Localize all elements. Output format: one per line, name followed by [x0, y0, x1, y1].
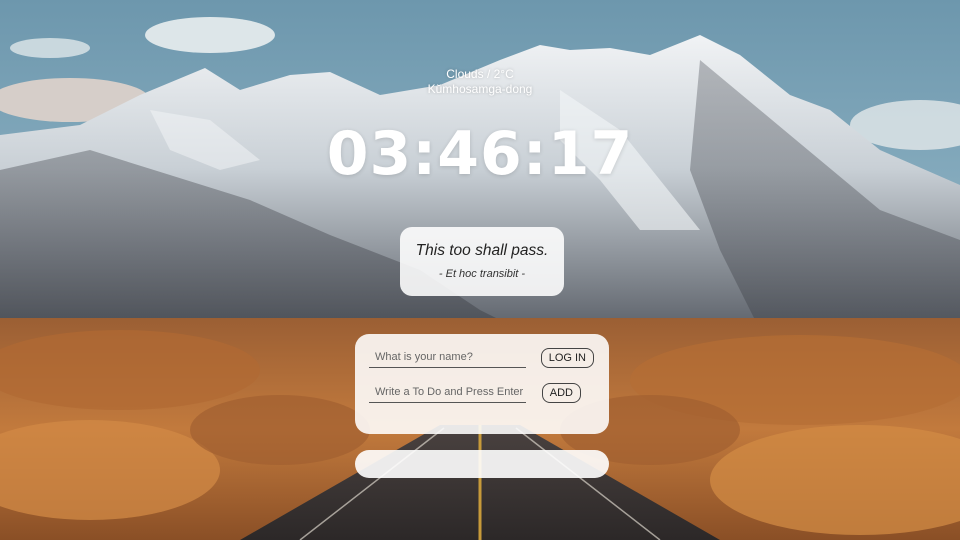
todo-input[interactable]	[369, 382, 526, 403]
login-button[interactable]: LOG IN	[540, 348, 594, 368]
todo-list	[355, 450, 609, 478]
add-todo-button[interactable]: ADD	[541, 383, 581, 403]
todo-form: ADD	[369, 382, 595, 406]
quote-text: This too shall pass.	[415, 242, 549, 259]
weather-widget: Clouds / 2°C Kŭmhosamga-dong	[0, 67, 960, 97]
clock: 03:46:17	[326, 119, 634, 189]
quote-author: - Et hoc transibit -	[438, 268, 526, 280]
weather-location: Kŭmhosamga-dong	[427, 82, 533, 96]
login-form: LOG IN	[369, 347, 595, 371]
name-input[interactable]	[369, 347, 526, 368]
quote-card: This too shall pass. - Et hoc transibit …	[400, 227, 564, 296]
input-panel: LOG IN ADD	[355, 334, 609, 434]
weather-condition: Clouds / 2°C	[446, 67, 514, 81]
